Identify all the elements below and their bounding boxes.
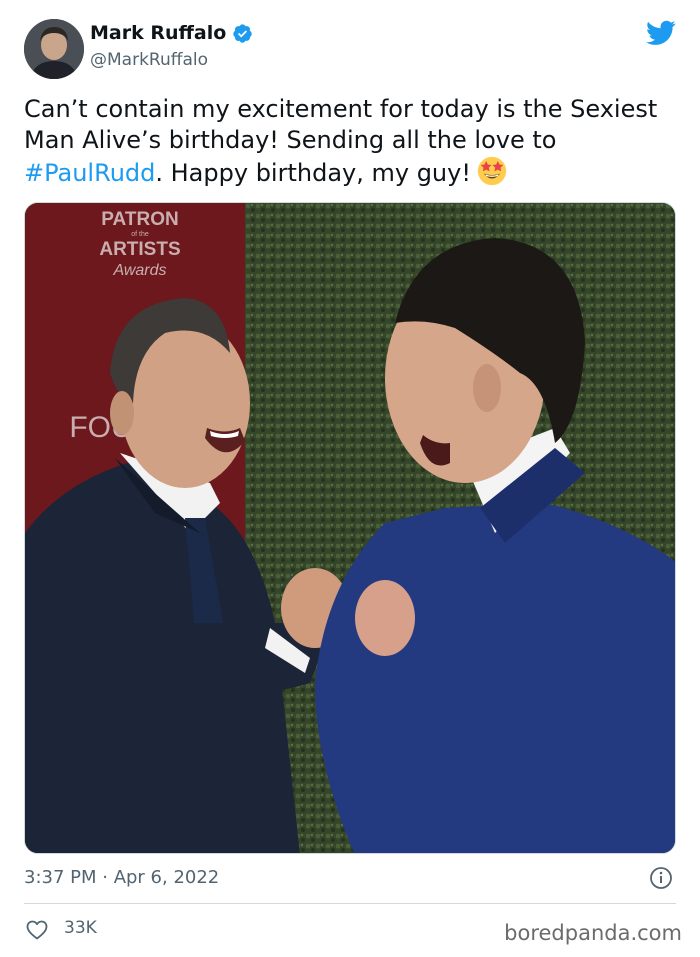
like-count[interactable]: 33K — [64, 918, 97, 938]
author-handle[interactable]: @MarkRuffalo — [90, 50, 208, 70]
watermark: boredpanda.com — [504, 921, 682, 945]
avatar[interactable] — [24, 19, 84, 79]
info-icon[interactable] — [649, 866, 673, 890]
divider — [24, 903, 676, 904]
author-display-name[interactable]: Mark Ruffalo — [90, 22, 226, 44]
star-struck-emoji-icon — [477, 156, 507, 186]
tweet-photo[interactable]: PATRON of the ARTISTS Awards FOU — [24, 202, 676, 854]
tweet-text-part2: . Happy birthday, my guy! — [155, 159, 471, 187]
heart-icon[interactable] — [25, 918, 49, 942]
photo-image: PATRON of the ARTISTS Awards FOU — [25, 203, 675, 853]
tweet-text-part1: Can’t contain my excitement for today is… — [24, 95, 658, 154]
verified-badge-icon — [233, 23, 252, 43]
tweet-timestamp[interactable]: 3:37 PM · Apr 6, 2022 — [24, 867, 219, 888]
twitter-bird-icon[interactable] — [646, 20, 676, 46]
author-name-row[interactable]: Mark Ruffalo — [90, 22, 253, 44]
tweet-text: Can’t contain my excitement for today is… — [24, 94, 676, 189]
hashtag-link[interactable]: #PaulRudd — [24, 159, 155, 187]
avatar-image — [24, 19, 84, 79]
